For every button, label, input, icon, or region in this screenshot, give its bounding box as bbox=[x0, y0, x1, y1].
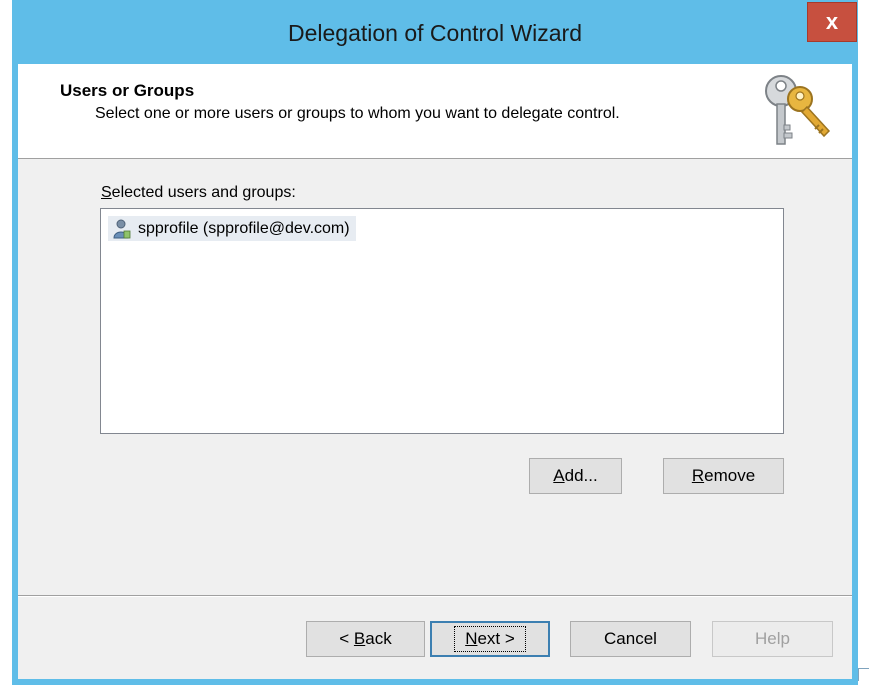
window-title: Delegation of Control Wizard bbox=[287, 20, 583, 46]
close-button[interactable]: x bbox=[807, 2, 857, 42]
page-subtitle: Select one or more users or groups to wh… bbox=[95, 105, 620, 122]
help-button: Help bbox=[712, 621, 833, 657]
next-button[interactable]: Next > bbox=[430, 621, 550, 657]
label-mnemonic: S bbox=[101, 184, 112, 201]
selected-users-listbox[interactable]: spprofile (spprofile@dev.com) bbox=[100, 208, 784, 434]
remove-mnemonic: R bbox=[691, 466, 705, 485]
list-item-label: spprofile (spprofile@dev.com) bbox=[138, 219, 350, 237]
cancel-label: Cancel bbox=[604, 629, 657, 648]
list-item[interactable]: spprofile (spprofile@dev.com) bbox=[108, 216, 356, 241]
next-focus-rect: Next > bbox=[454, 626, 526, 652]
wizard-window: Delegation of Control Wizard x Users or … bbox=[12, 0, 858, 685]
user-icon bbox=[113, 219, 131, 238]
selected-list-label: Selected users and groups: bbox=[101, 184, 296, 202]
remove-label: emove bbox=[704, 466, 756, 485]
wizard-header: Users or Groups Select one or more users… bbox=[18, 64, 852, 159]
next-label: ext > bbox=[477, 629, 515, 648]
add-label: dd... bbox=[564, 466, 598, 485]
label-text: elected users and groups: bbox=[111, 184, 296, 201]
close-icon: x bbox=[825, 9, 839, 34]
add-button[interactable]: Add... bbox=[529, 458, 622, 494]
dialog-body: Users or Groups Select one or more users… bbox=[18, 64, 852, 679]
back-prefix: < bbox=[339, 629, 354, 648]
cancel-button[interactable]: Cancel bbox=[570, 621, 691, 657]
back-mnemonic: B bbox=[353, 629, 366, 648]
next-mnemonic: N bbox=[465, 629, 478, 648]
keys-icon bbox=[765, 75, 831, 145]
help-label: Help bbox=[755, 629, 790, 648]
title-bar[interactable]: Delegation of Control Wizard x bbox=[12, 0, 858, 64]
footer-separator bbox=[18, 595, 852, 597]
remove-button[interactable]: Remove bbox=[663, 458, 784, 494]
add-mnemonic: A bbox=[553, 466, 565, 485]
resize-grip-icon bbox=[858, 668, 869, 681]
back-button[interactable]: < Back bbox=[306, 621, 425, 657]
page-title: Users or Groups bbox=[60, 81, 195, 100]
back-label: ack bbox=[365, 629, 392, 648]
